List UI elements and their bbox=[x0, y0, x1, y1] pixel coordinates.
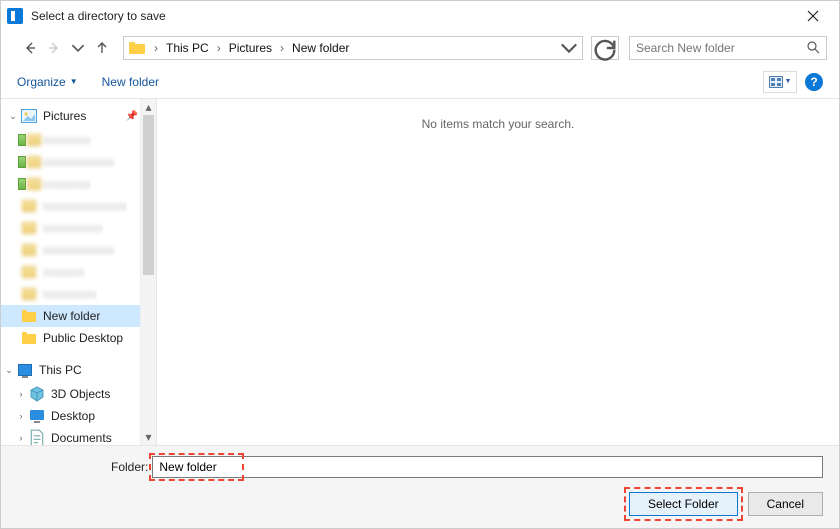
footer: Folder: Select Folder Cancel bbox=[1, 445, 839, 528]
chevron-right-icon: › bbox=[213, 41, 225, 55]
sidebar-label: Pictures bbox=[39, 109, 86, 123]
sidebar-scrollbar[interactable]: ▴ ▾ bbox=[140, 99, 156, 445]
new-folder-label: New folder bbox=[102, 75, 159, 89]
folder-label: Folder: bbox=[17, 460, 148, 474]
navbar: › This PC › Pictures › New folder bbox=[1, 31, 839, 65]
help-icon: ? bbox=[810, 75, 817, 89]
view-options-button[interactable]: ▼ bbox=[763, 71, 797, 93]
sidebar-item-3dobjects[interactable]: › 3D Objects bbox=[1, 383, 140, 405]
chevron-down-icon bbox=[560, 39, 578, 57]
cancel-button[interactable]: Cancel bbox=[748, 492, 823, 516]
sidebar-item[interactable]: xxxxxxxxxxxx bbox=[1, 151, 140, 173]
scroll-thumb[interactable] bbox=[143, 115, 154, 275]
sidebar-item[interactable]: xxxxxxxx bbox=[1, 173, 140, 195]
sidebar-item[interactable]: xxxxxxxx bbox=[1, 129, 140, 151]
organize-label: Organize bbox=[17, 75, 66, 89]
empty-message: No items match your search. bbox=[422, 117, 575, 445]
folder-icon bbox=[128, 40, 146, 56]
new-folder-button[interactable]: New folder bbox=[102, 75, 159, 89]
sidebar-item-documents[interactable]: › Documents bbox=[1, 427, 140, 445]
sidebar-item[interactable]: xxxxxxxxxx bbox=[1, 217, 140, 239]
expand-icon[interactable]: › bbox=[15, 411, 27, 421]
forward-button[interactable] bbox=[43, 37, 65, 59]
folder-icon bbox=[21, 308, 37, 324]
sidebar-section-thispc[interactable]: ⌄ This PC bbox=[1, 357, 140, 383]
sidebar-section-pictures[interactable]: ⌄ Pictures 📌 bbox=[1, 103, 140, 129]
chevron-down-icon bbox=[71, 41, 85, 55]
desktop-icon bbox=[29, 408, 45, 424]
refresh-button[interactable] bbox=[591, 36, 619, 60]
breadcrumb[interactable]: This PC bbox=[162, 37, 213, 59]
address-dropdown[interactable] bbox=[560, 39, 578, 57]
search-icon bbox=[806, 40, 820, 57]
close-button[interactable] bbox=[793, 1, 833, 31]
pc-icon bbox=[17, 362, 33, 378]
address-bar[interactable]: › This PC › Pictures › New folder bbox=[123, 36, 583, 60]
folder-name-input[interactable] bbox=[152, 456, 823, 478]
sidebar-item[interactable]: xxxxxxxxx bbox=[1, 283, 140, 305]
expand-icon[interactable]: › bbox=[15, 389, 27, 399]
select-folder-label: Select Folder bbox=[648, 497, 719, 511]
pictures-icon bbox=[21, 108, 37, 124]
app-icon bbox=[7, 8, 23, 24]
expand-icon[interactable]: ⌄ bbox=[7, 111, 19, 122]
sidebar-item[interactable]: xxxxxxxxxxxxxx bbox=[1, 195, 140, 217]
dialog-body: ⌄ Pictures 📌 xxxxxxxx xxxxxxxxxxxx xxxxx… bbox=[1, 99, 839, 445]
chevron-right-icon: › bbox=[150, 41, 162, 55]
refresh-icon bbox=[592, 35, 618, 61]
expand-icon[interactable]: › bbox=[15, 433, 27, 443]
sidebar-label: Public Desktop bbox=[39, 331, 123, 345]
back-button[interactable] bbox=[19, 37, 41, 59]
close-icon bbox=[807, 10, 819, 22]
sidebar-label: 3D Objects bbox=[47, 387, 110, 401]
chevron-down-icon: ▼ bbox=[70, 77, 78, 86]
breadcrumb[interactable]: New folder bbox=[288, 37, 353, 59]
save-dialog: Select a directory to save › This PC › bbox=[0, 0, 840, 529]
arrow-left-icon bbox=[23, 41, 37, 55]
scroll-up-button[interactable]: ▴ bbox=[141, 99, 156, 115]
sidebar-label: Desktop bbox=[47, 409, 95, 423]
breadcrumb[interactable]: Pictures bbox=[225, 37, 276, 59]
sidebar-item-newfolder[interactable]: New folder bbox=[1, 305, 140, 327]
folder-icon bbox=[21, 330, 37, 346]
view-icon bbox=[769, 76, 783, 88]
up-button[interactable] bbox=[91, 37, 113, 59]
sidebar-label: New folder bbox=[39, 309, 100, 323]
titlebar: Select a directory to save bbox=[1, 1, 839, 31]
recent-locations-button[interactable] bbox=[67, 37, 89, 59]
help-button[interactable]: ? bbox=[805, 73, 823, 91]
sidebar-label: This PC bbox=[35, 363, 82, 377]
3d-objects-icon bbox=[29, 386, 45, 402]
toolbar: Organize ▼ New folder ▼ ? bbox=[1, 65, 839, 99]
organize-menu[interactable]: Organize ▼ bbox=[17, 75, 78, 89]
arrow-right-icon bbox=[47, 41, 61, 55]
sidebar-item[interactable]: xxxxxxxxxxxx bbox=[1, 239, 140, 261]
select-folder-button[interactable]: Select Folder bbox=[629, 492, 738, 516]
expand-icon[interactable]: ⌄ bbox=[3, 365, 15, 376]
search-box[interactable] bbox=[629, 36, 827, 60]
sidebar-item[interactable]: xxxxxxx bbox=[1, 261, 140, 283]
cancel-label: Cancel bbox=[767, 497, 804, 511]
search-input[interactable] bbox=[636, 41, 806, 55]
sidebar-item-publicdesktop[interactable]: Public Desktop bbox=[1, 327, 140, 349]
sidebar: ⌄ Pictures 📌 xxxxxxxx xxxxxxxxxxxx xxxxx… bbox=[1, 99, 157, 445]
chevron-down-icon: ▼ bbox=[785, 78, 792, 85]
documents-icon bbox=[29, 430, 45, 445]
window-title: Select a directory to save bbox=[31, 9, 166, 23]
arrow-up-icon bbox=[95, 41, 109, 55]
content-area: No items match your search. bbox=[157, 99, 839, 445]
pin-icon: 📌 bbox=[126, 111, 138, 122]
chevron-right-icon: › bbox=[276, 41, 288, 55]
scroll-down-button[interactable]: ▾ bbox=[141, 429, 156, 445]
sidebar-item-desktop[interactable]: › Desktop bbox=[1, 405, 140, 427]
sidebar-label: Documents bbox=[47, 431, 112, 445]
